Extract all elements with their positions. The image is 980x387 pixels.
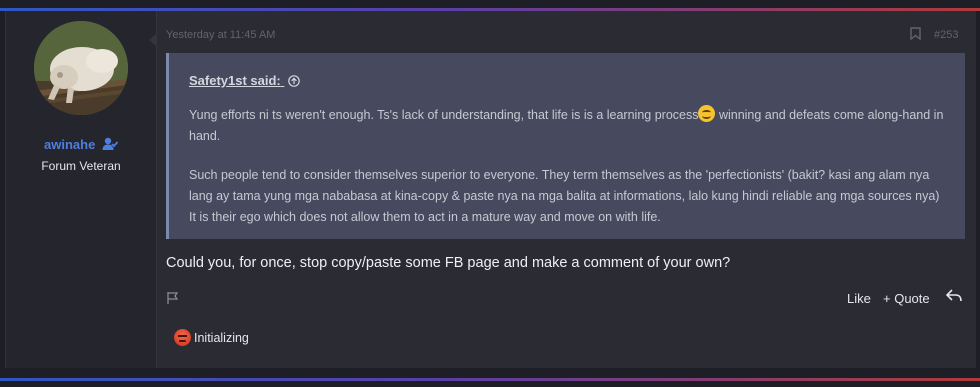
username-text[interactable]: awinahe [44,137,95,152]
quote-block: Safety1st said: Yung efforts ni ts weren… [166,53,965,239]
smiling-face-icon [698,105,716,122]
avatar-image [34,21,128,115]
quote-text-before-emoji: Yung efforts ni ts weren't enough. Ts's … [189,108,699,122]
bottom-gradient-bar [0,378,980,381]
post-message: Could you, for once, stop copy/paste som… [166,255,731,271]
avatar[interactable] [34,21,128,115]
user-check-icon [102,137,119,154]
post-number[interactable]: #253 [934,29,958,41]
reaction-label[interactable]: Initializing [194,331,249,345]
username[interactable]: awinahe [6,137,156,154]
arrow-up-circle-icon[interactable] [288,75,301,90]
quote-paragraph-2: Such people tend to consider themselves … [189,168,940,224]
forum-post: awinahe Forum Veteran Yesterday at 11:45… [5,11,976,368]
user-info-column: awinahe Forum Veteran [6,11,157,368]
post-arrow [149,33,157,47]
user-title: Forum Veteran [41,159,121,173]
report-flag-icon[interactable] [166,291,180,310]
quote-paragraph-1: Yung efforts ni ts weren't enough. Ts's … [189,105,949,147]
like-button[interactable]: Like [847,291,871,306]
quote-attribution-text[interactable]: Safety1st said: [189,73,281,88]
bookmark-icon[interactable] [910,27,921,45]
post-timestamp[interactable]: Yesterday at 11:45 AM [166,29,275,41]
quote-attribution[interactable]: Safety1st said: [189,73,301,90]
angry-face-icon [174,329,191,346]
quote-button[interactable]: + Quote [883,291,930,306]
reaction-summary[interactable]: Initializing [174,329,249,346]
reply-icon[interactable] [945,289,962,308]
